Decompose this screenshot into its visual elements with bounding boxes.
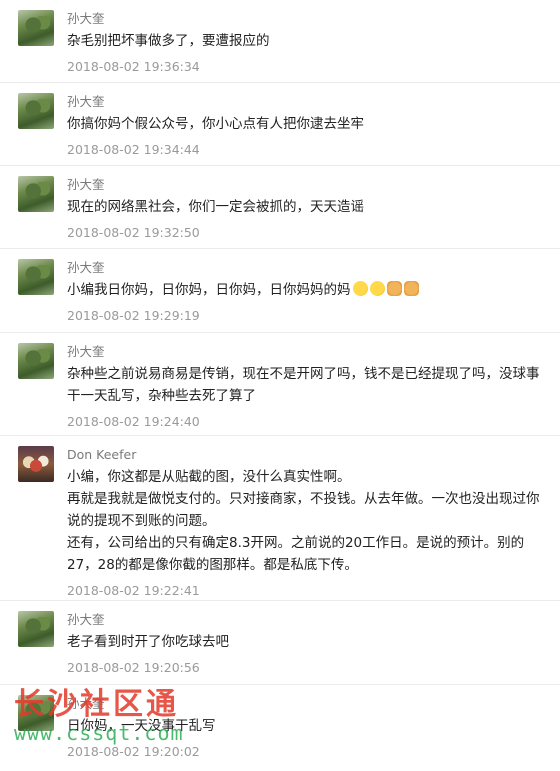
comment-text-body: 小编我日你妈，日你妈，日你妈，日你妈妈的妈 [67, 282, 351, 298]
comment-text: 现在的网络黑社会，你们一定会被抓的，天天造谣 [67, 199, 364, 215]
comment-text-line: 小编，你这都是从贴截的图，没什么真实性啊。 [67, 469, 351, 485]
comment-text: 杂毛别把坏事做多了，要遭报应的 [67, 33, 270, 49]
avatar[interactable] [18, 176, 54, 212]
comment-time: 2018-08-02 19:20:02 [67, 744, 200, 759]
comment-text: 老子看到时开了你吃球去吧 [67, 634, 229, 650]
comment-time: 2018-08-02 19:20:56 [67, 660, 200, 675]
comment-item: 孙大奎 杂种些之前说易商易是传销，现在不是开网了吗，钱不是已经提现了吗，没球事干… [0, 333, 560, 436]
comment-item: Don Keefer 小编，你这都是从贴截的图，没什么真实性啊。 再就是我就是做… [0, 436, 560, 601]
watermark: 长沙社区通 www.cssqt.com [14, 687, 184, 745]
comment-item: 孙大奎 现在的网络黑社会，你们一定会被抓的，天天造谣 2018-08-02 19… [0, 166, 560, 249]
comment-item: 孙大奎 小编我日你妈，日你妈，日你妈，日你妈妈的妈 2018-08-02 19:… [0, 249, 560, 333]
comment-item: 孙大奎 老子看到时开了你吃球去吧 2018-08-02 19:20:56 [0, 601, 560, 685]
avatar[interactable] [18, 259, 54, 295]
thinking-face-icon [369, 281, 385, 296]
avatar[interactable] [18, 10, 54, 46]
fist-icon [386, 281, 402, 296]
comment-author[interactable]: Don Keefer [67, 446, 544, 464]
comment-time: 2018-08-02 19:34:44 [67, 142, 200, 157]
avatar[interactable] [18, 343, 54, 379]
thinking-face-icon [352, 281, 368, 296]
comment-time: 2018-08-02 19:36:34 [67, 59, 200, 74]
comment-author[interactable]: 孙大奎 [67, 93, 544, 111]
comment-item: 孙大奎 杂毛别把坏事做多了，要遭报应的 2018-08-02 19:36:34 [0, 0, 560, 83]
comment-author[interactable]: 孙大奎 [67, 10, 544, 28]
comment-time: 2018-08-02 19:32:50 [67, 225, 200, 240]
fist-icon [403, 281, 419, 296]
comment-item: 孙大奎 你搞你妈个假公众号，你小心点有人把你逮去坐牢 2018-08-02 19… [0, 83, 560, 166]
comment-author[interactable]: 孙大奎 [67, 611, 544, 629]
avatar[interactable] [18, 611, 54, 647]
comment-text: 小编我日你妈，日你妈，日你妈，日你妈妈的妈 [67, 279, 544, 301]
comment-author[interactable]: 孙大奎 [67, 259, 544, 277]
comment-time: 2018-08-02 19:29:19 [67, 308, 200, 323]
comment-text: 你搞你妈个假公众号，你小心点有人把你逮去坐牢 [67, 116, 364, 132]
comment-list: 孙大奎 杂毛别把坏事做多了，要遭报应的 2018-08-02 19:36:34 … [0, 0, 560, 760]
watermark-url: www.cssqt.com [14, 721, 184, 745]
avatar[interactable] [18, 93, 54, 129]
comment-author[interactable]: 孙大奎 [67, 176, 544, 194]
comment-text: 杂种些之前说易商易是传销，现在不是开网了吗，钱不是已经提现了吗，没球事干一天乱写… [67, 366, 540, 404]
comment-text-line: 还有，公司给出的只有确定8.3开网。之前说的20工作日。是说的预计。别的27，2… [67, 535, 525, 573]
comment-text-line: 再就是我就是做悦支付的。只对接商家，不投钱。从去年做。一次也没出现过你说的提现不… [67, 491, 540, 529]
watermark-title: 长沙社区通 [14, 687, 179, 722]
comment-author[interactable]: 孙大奎 [67, 343, 544, 361]
avatar[interactable] [18, 446, 54, 482]
